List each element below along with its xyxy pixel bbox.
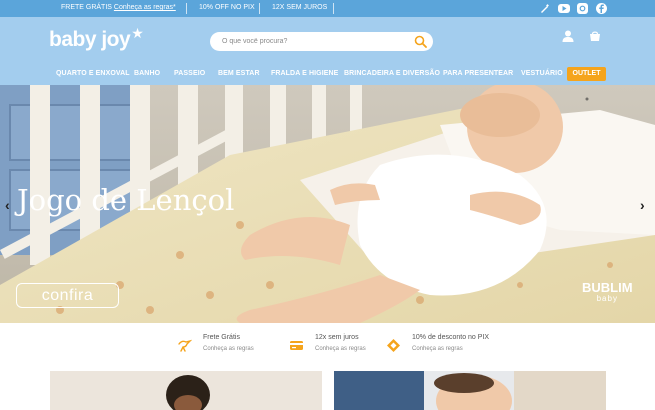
nav-item-bem-estar[interactable]: BEM ESTAR (218, 70, 260, 77)
search-input[interactable] (222, 35, 402, 48)
hero-title: Jogo de Lençol (17, 183, 235, 217)
facebook-icon[interactable] (596, 3, 607, 14)
hero-banner[interactable]: Jogo de Lençol confira ‹ › BUBLIM baby (0, 85, 655, 323)
credit-card-icon (290, 341, 303, 350)
stork-icon (178, 339, 192, 352)
nav-item-presentear[interactable]: PARA PRESENTEAR (443, 70, 513, 77)
instagram-icon[interactable] (577, 3, 588, 14)
search-bar (210, 32, 433, 51)
pix-discount-message: 10% OFF NO PIX (199, 4, 255, 11)
nav-item-outlet[interactable]: OUTLET (567, 67, 606, 81)
nav-item-quarto-enxoval[interactable]: QUARTO E ENXOVAL (56, 70, 130, 77)
carousel-indicator-icon[interactable] (585, 96, 595, 102)
bublim-baby-logo: BUBLIM baby (582, 280, 633, 303)
divider (186, 3, 187, 14)
youtube-icon[interactable] (558, 4, 570, 13)
nav-item-passeio[interactable]: PASSEIO (174, 70, 205, 77)
search-icon[interactable] (414, 35, 427, 48)
pix-icon (387, 339, 400, 352)
promo-image-toddler (50, 371, 322, 410)
nav-item-banho[interactable]: BANHO (134, 70, 160, 77)
hero-cta-button[interactable]: confira (16, 283, 119, 308)
carousel-prev-icon[interactable]: ‹ (5, 197, 10, 213)
promo-tile-left[interactable] (50, 371, 322, 410)
promo-tile-right[interactable] (334, 371, 606, 410)
carousel-next-icon[interactable]: › (640, 197, 645, 213)
babyjoy-logo[interactable]: baby joy★ (49, 25, 144, 52)
divider (259, 3, 260, 14)
top-announcement-bar: FRETE GRÁTIS Conheça as regras* 10% OFF … (0, 0, 655, 17)
nav-item-brincadeira[interactable]: BRINCADEIRA E DIVERSÃO (344, 70, 440, 77)
promo-image-sleeping-baby (334, 371, 606, 410)
nav-item-fralda-higiene[interactable]: FRALDA E HIGIENE (271, 70, 338, 77)
shipping-rules-link[interactable]: Conheça as regras* (114, 4, 176, 11)
free-shipping-message: FRETE GRÁTIS Conheça as regras* (61, 4, 176, 11)
blog-icon[interactable] (539, 3, 550, 14)
site-header: baby joy★ QUARTO E ENXOVAL BANHO PASSEIO… (0, 17, 655, 85)
installments-message: 12X SEM JUROS (272, 4, 328, 11)
user-account-icon[interactable] (561, 29, 575, 43)
divider (333, 3, 334, 14)
benefits-strip: Frete Grátis Conheça as regras 12x sem j… (0, 323, 655, 371)
star-icon: ★ (131, 25, 144, 41)
nav-item-vestuario[interactable]: VESTUÁRIO (521, 70, 563, 77)
shopping-cart-icon[interactable] (588, 29, 602, 43)
